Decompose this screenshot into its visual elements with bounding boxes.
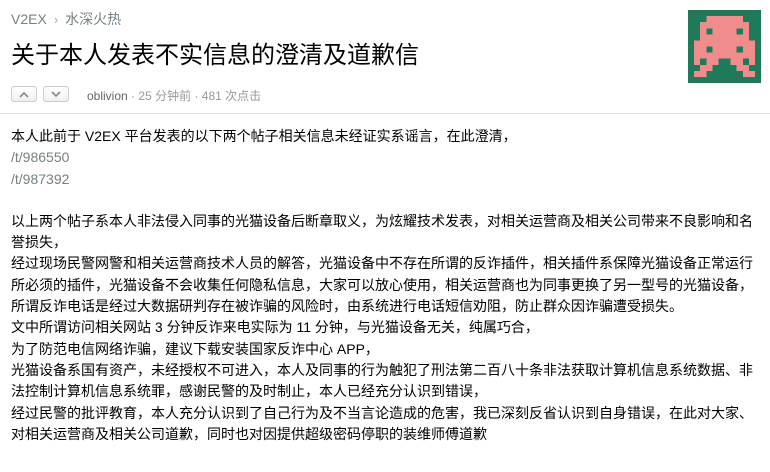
meta-dot: · (194, 89, 199, 103)
topic-content: 本人此前于 V2EX 平台发表的以下两个帖子相关信息未经证实系谣言，在此澄清， … (11, 126, 761, 445)
topic-views: 481 次点击 (201, 89, 262, 103)
author-link[interactable]: oblivion (87, 89, 128, 103)
breadcrumb: V2EX › 水深火热 (11, 9, 121, 29)
content-paragraph: 经过现场民警网警和相关运营商技术人员的解答，光猫设备中不存在所谓的反诈插件，相关… (11, 255, 753, 315)
page-title: 关于本人发表不实信息的澄清及道歉信 (11, 42, 419, 69)
upvote-button[interactable] (11, 86, 37, 102)
content-paragraph: 光猫设备系国有资产，未经授权不可进入，本人及同事的行为触犯了刑法第二百八十条非法… (11, 361, 753, 400)
breadcrumb-node-link[interactable]: 水深火热 (65, 11, 121, 27)
chevron-down-icon (51, 90, 61, 97)
content-paragraph: 以上两个帖子系本人非法侵入同事的光猫设备后断章取义，为炫耀技术发表，对相关运营商… (11, 212, 753, 251)
avatar[interactable] (688, 10, 761, 83)
meta-dot: · (131, 89, 136, 103)
topic-time: 25 分钟前 (138, 89, 192, 103)
topic-header: V2EX › 水深火热 关于本人发表不实信息的澄清及道歉信 oblivion · 2… (0, 0, 770, 113)
chevron-up-icon (19, 91, 29, 98)
content-intro: 本人此前于 V2EX 平台发表的以下两个帖子相关信息未经证实系谣言，在此澄清， (11, 128, 517, 144)
topic-link[interactable]: /t/987392 (11, 169, 761, 190)
content-paragraph: 文中所谓访问相关网站 3 分钟反诈来电实际为 11 分钟，与光猫设备无关，纯属巧… (11, 319, 539, 336)
breadcrumb-site-link[interactable]: V2EX (11, 11, 47, 27)
content-paragraph: 为了防范电信网络诈骗，建议下载安装国家反诈中心 APP， (11, 340, 379, 357)
content-paragraph: 经过民警的批评教育，本人充分认识到了自己行为及不当言论造成的危害，我已深刻反省认… (11, 404, 753, 442)
topic-meta: oblivion · 25 分钟前 · 481 次点击 (87, 87, 261, 104)
downvote-button[interactable] (43, 86, 69, 102)
breadcrumb-separator: › (53, 12, 59, 27)
topic-link[interactable]: /t/986550 (11, 147, 761, 168)
vote-controls (11, 86, 69, 102)
header-divider (0, 113, 770, 114)
